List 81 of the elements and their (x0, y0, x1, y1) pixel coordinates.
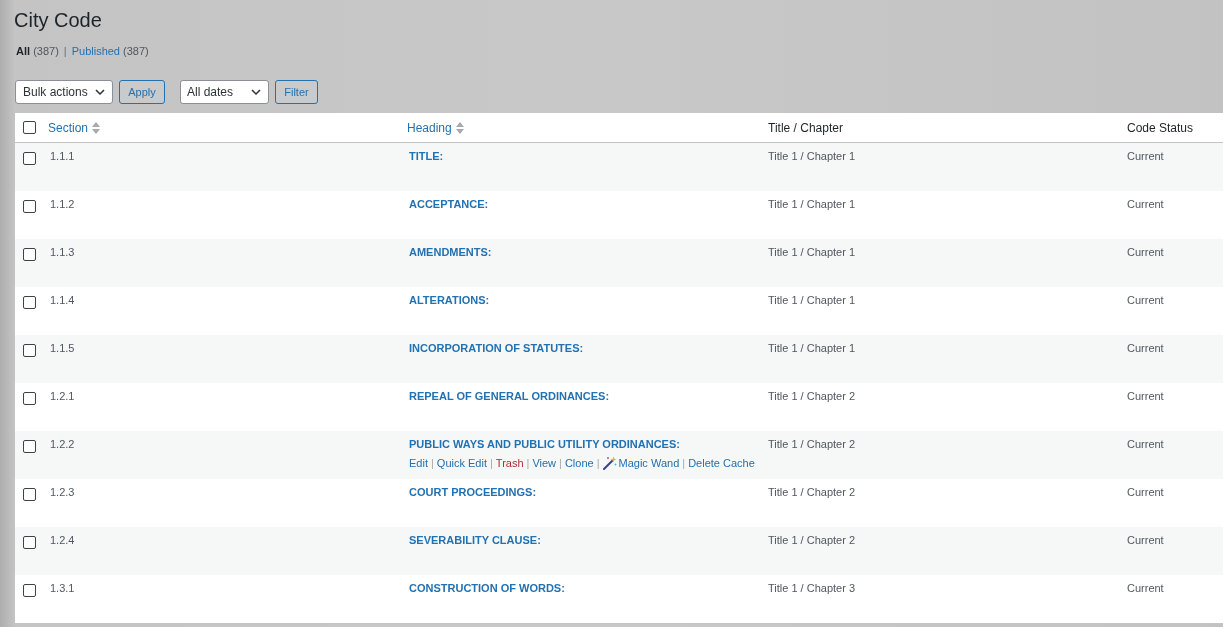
separator: | (62, 44, 68, 58)
entry-title-link[interactable]: TITLE: (409, 148, 444, 164)
row-action-link[interactable]: Magic Wand (602, 455, 680, 471)
table-cell-text: Current (1127, 197, 1164, 212)
row-checkbox[interactable] (23, 440, 36, 453)
sort-arrows-icon (455, 121, 464, 134)
entry-title-link[interactable]: PUBLIC WAYS AND PUBLIC UTILITY ORDINANCES: (409, 436, 680, 452)
table-cell-text: 1.2.2 (50, 437, 75, 452)
filter-link[interactable]: Published (387) (71, 44, 149, 58)
table-cell-text: Title 1 / Chapter 2 (768, 485, 856, 500)
table-cell-text: 1.2.4 (50, 533, 75, 548)
table-cell-text: Current (1127, 437, 1164, 452)
table-cell-text: 1.1.2 (50, 197, 75, 212)
table-cell-text: 1.1.1 (50, 149, 75, 164)
magic-wand-icon (602, 456, 617, 470)
table-cell-text: Title 1 / Chapter 1 (768, 149, 856, 164)
table-cell-text: Current (1127, 149, 1164, 164)
table-cell-text: 1.1.4 (50, 293, 75, 308)
entry-title-link[interactable]: AMENDMENTS: (409, 244, 492, 260)
table-cell-text: 1.2.1 (50, 389, 75, 404)
table-cell-text: Title 1 / Chapter 1 (768, 245, 856, 260)
separator: | (595, 456, 601, 471)
row-checkbox[interactable] (23, 248, 36, 261)
row-checkbox[interactable] (23, 392, 36, 405)
row-checkbox[interactable] (23, 536, 36, 549)
table-cell-text: Title 1 / Chapter 2 (768, 533, 856, 548)
table-cell-text: Title 1 / Chapter 2 (768, 437, 856, 452)
table-cell-text: Current (1127, 485, 1164, 500)
table-cell-text: Current (1127, 245, 1164, 260)
table-cell-text: 1.2.3 (50, 485, 75, 500)
bulk-actions-select[interactable]: Bulk actions (15, 80, 113, 104)
apply-button[interactable]: Apply (119, 80, 165, 104)
entry-title-link[interactable]: COURT PROCEEDINGS: (409, 484, 537, 500)
row-action-link[interactable]: Trash (495, 455, 524, 471)
chevron-down-icon (95, 89, 105, 95)
filter-link[interactable]: All (387) (16, 44, 59, 58)
column-header: Title / Chapter (768, 119, 843, 137)
row-action-link[interactable]: Edit (409, 455, 428, 471)
filter-button[interactable]: Filter (275, 80, 318, 104)
separator: | (488, 456, 494, 471)
separator: | (681, 456, 687, 471)
entry-title-link[interactable]: INCORPORATION OF STATUTES: (409, 340, 584, 356)
table-cell-text: Title 1 / Chapter 1 (768, 293, 856, 308)
table-cell-text: Current (1127, 581, 1164, 596)
date-filter-select[interactable]: All dates (180, 80, 269, 104)
table-cell-text: Title 1 / Chapter 2 (768, 389, 856, 404)
select-all-checkbox[interactable] (23, 121, 36, 134)
entry-title-link[interactable]: SEVERABILITY CLAUSE: (409, 532, 541, 548)
row-checkbox[interactable] (23, 584, 36, 597)
separator: | (525, 456, 531, 471)
column-header: Code Status (1127, 119, 1194, 137)
column-sort-link[interactable]: Heading (407, 118, 464, 137)
table-cell-text: Current (1127, 341, 1164, 356)
chevron-down-icon (251, 89, 261, 95)
row-action-link[interactable]: Delete Cache (688, 455, 755, 471)
table-cell-text: Current (1127, 389, 1164, 404)
row-checkbox[interactable] (23, 344, 36, 357)
separator: | (558, 456, 563, 471)
table-cell-text: 1.3.1 (50, 581, 75, 596)
table-cell-text: 1.1.5 (50, 341, 75, 356)
separator: | (429, 456, 435, 471)
table-cell-text: Current (1127, 293, 1164, 308)
table-cell-text: Current (1127, 533, 1164, 548)
row-action-link[interactable]: View (532, 455, 557, 471)
row-action-link[interactable]: Quick Edit (436, 455, 487, 471)
entry-title-link[interactable]: REPEAL OF GENERAL ORDINANCES: (409, 388, 610, 404)
row-checkbox[interactable] (23, 200, 36, 213)
column-sort-link[interactable]: Section (48, 118, 101, 137)
entry-title-link[interactable]: ALTERATIONS: (409, 292, 490, 308)
entry-title-link[interactable]: ACCEPTANCE: (409, 196, 489, 212)
row-checkbox[interactable] (23, 296, 36, 309)
row-checkbox[interactable] (23, 152, 36, 165)
page-title: City Code (14, 8, 102, 33)
entry-title-link[interactable]: CONSTRUCTION OF WORDS: (409, 580, 565, 596)
sort-arrows-icon (92, 121, 101, 134)
row-checkbox[interactable] (23, 488, 36, 501)
table-cell-text: 1.1.3 (50, 245, 75, 260)
table-cell-text: Title 1 / Chapter 1 (768, 341, 856, 356)
table-cell-text: Title 1 / Chapter 3 (768, 581, 856, 596)
table-cell-text: Title 1 / Chapter 1 (768, 197, 856, 212)
row-action-link[interactable]: Clone (564, 455, 594, 471)
